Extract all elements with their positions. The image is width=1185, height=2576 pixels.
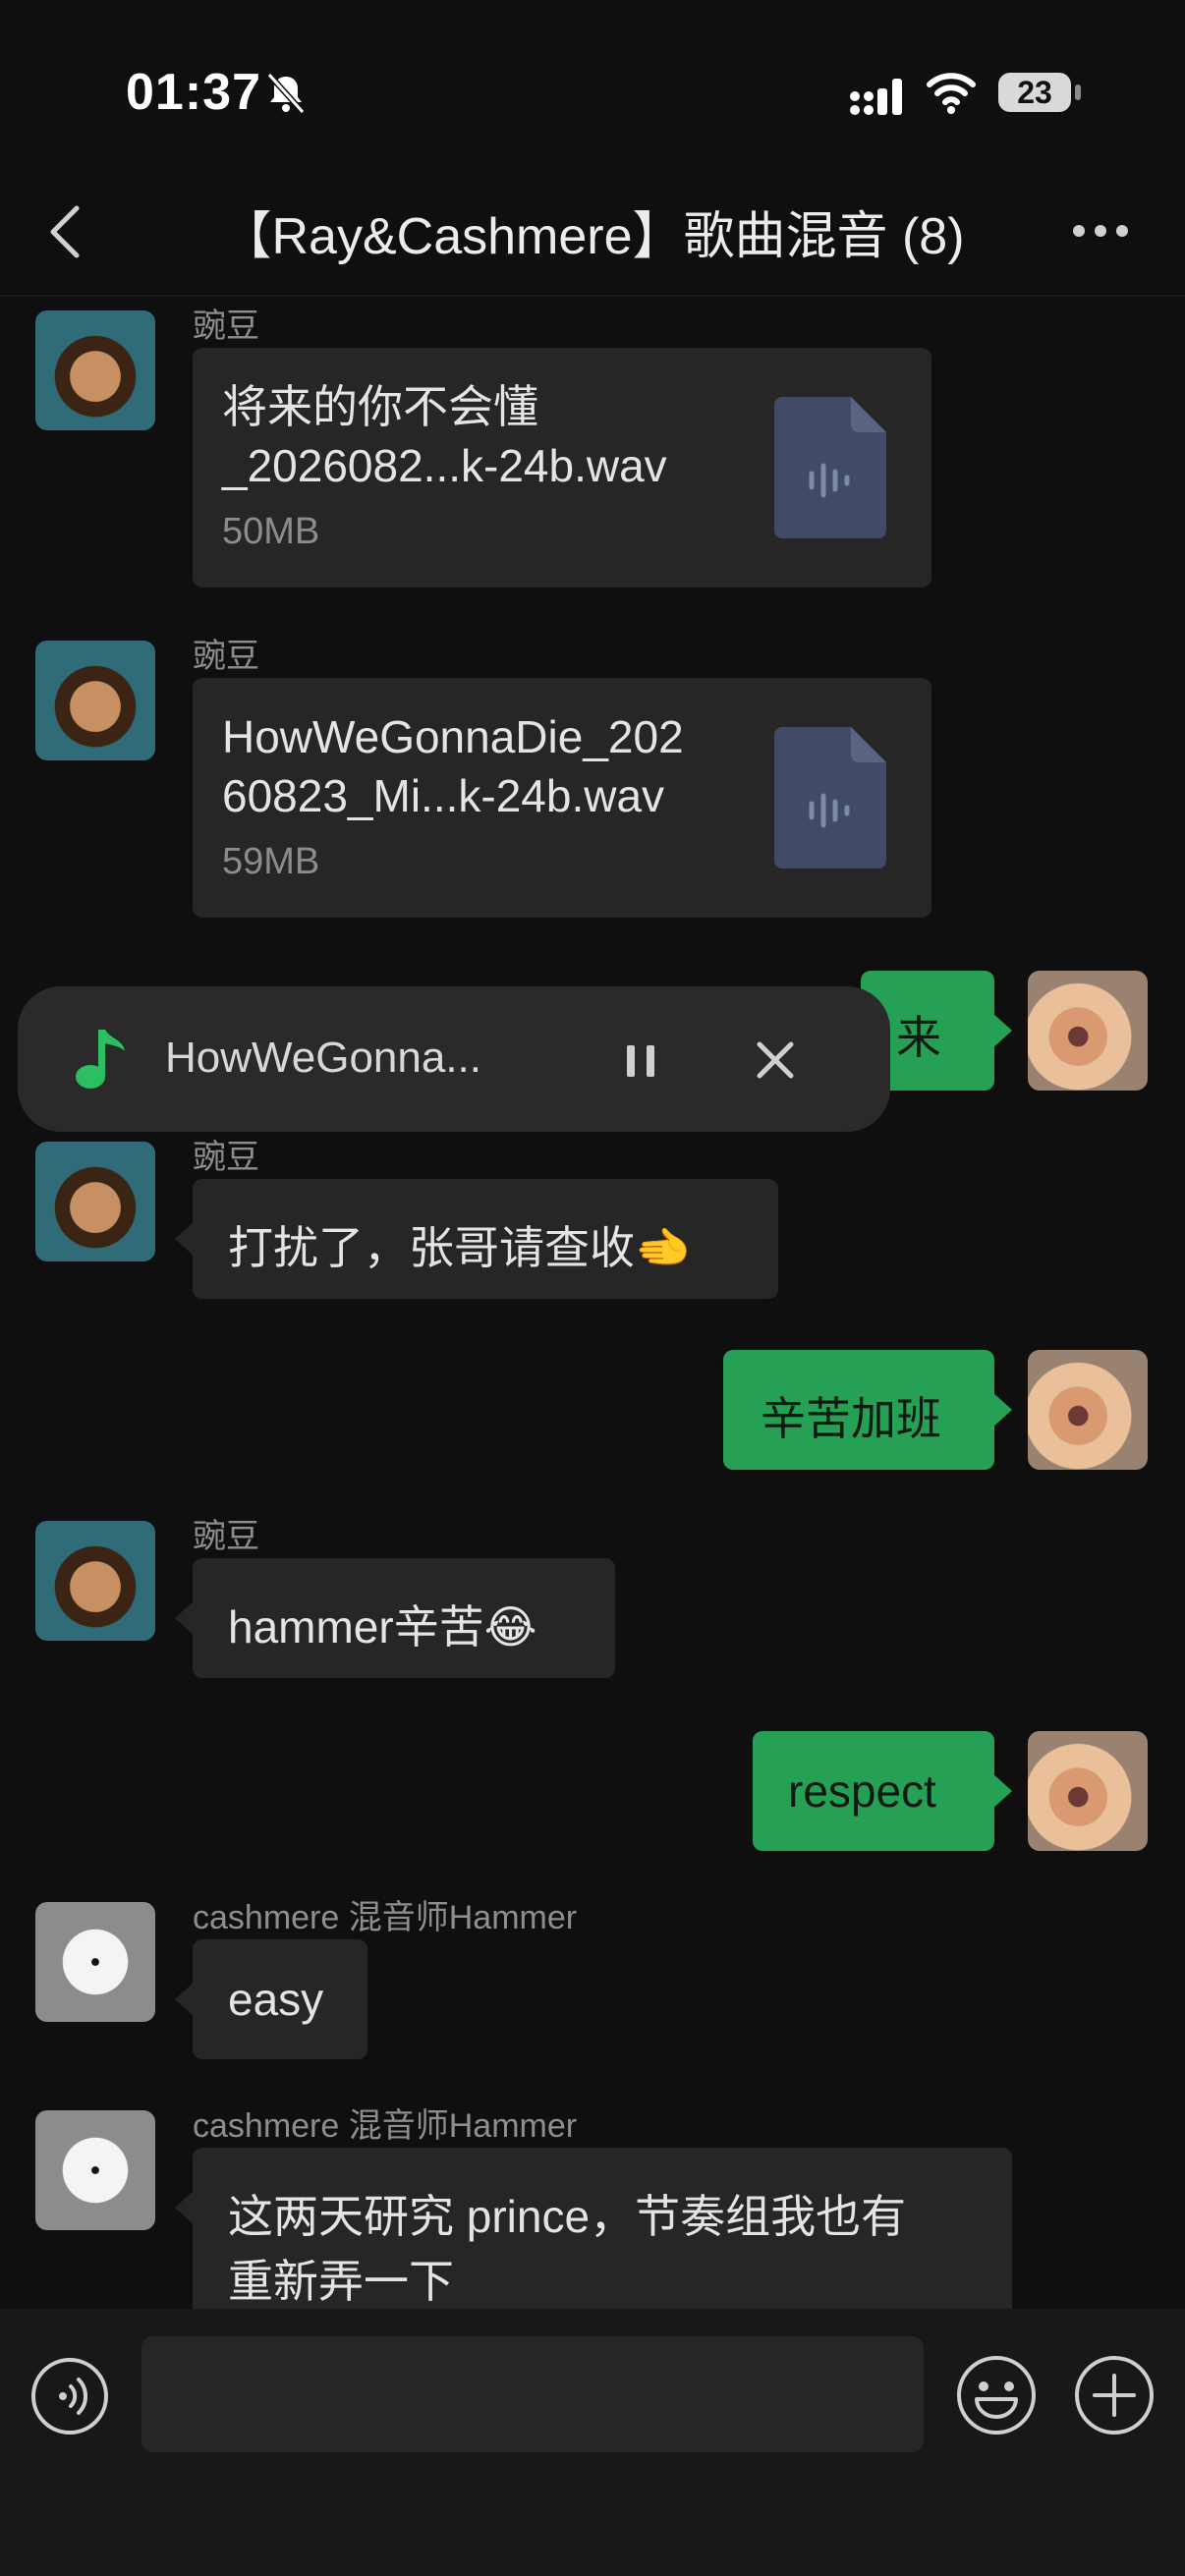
- message-text: hammer辛苦😂: [228, 1601, 537, 1652]
- muted-bell-icon: [266, 72, 306, 115]
- message-text: easy: [228, 1974, 324, 2025]
- audio-file-icon: [774, 727, 886, 868]
- bubble-tail: [992, 1013, 1012, 1048]
- avatar[interactable]: [35, 310, 155, 430]
- message-text-line1: 这两天研究 prince，节奏组我也有: [228, 2191, 907, 2242]
- message-text: 打扰了，张哥请查收🫲: [228, 1222, 692, 1273]
- close-icon[interactable]: [755, 1039, 796, 1081]
- battery-indicator: 23: [998, 73, 1081, 114]
- incoming-message[interactable]: 打扰了，张哥请查收🫲: [193, 1179, 778, 1299]
- bubble-tail: [175, 1600, 195, 1636]
- sender-name: 豌豆: [193, 638, 259, 675]
- bubble-tail: [175, 1221, 195, 1257]
- file-name-line2: 60823_Mi...k-24b.wav: [222, 770, 665, 821]
- message-text-line2: 重新弄一下: [228, 2256, 454, 2307]
- chevron-left-icon[interactable]: [45, 202, 85, 261]
- signal-icon: [850, 79, 902, 115]
- header-divider: [0, 295, 1185, 297]
- more-icon[interactable]: [1071, 222, 1130, 240]
- outgoing-message[interactable]: 辛苦加班: [723, 1350, 994, 1470]
- message-text: respect: [788, 1765, 936, 1817]
- avatar[interactable]: [1028, 1731, 1148, 1851]
- pause-icon[interactable]: [621, 1041, 660, 1081]
- incoming-message[interactable]: easy: [193, 1939, 367, 2059]
- avatar[interactable]: [1028, 971, 1148, 1091]
- avatar[interactable]: [35, 1521, 155, 1641]
- sender-name: 豌豆: [193, 1518, 259, 1555]
- chat-title: 【Ray&Cashmere】歌曲混音 (8): [220, 208, 965, 265]
- file-size: 50MB: [222, 511, 320, 552]
- music-note-icon: [76, 1030, 125, 1089]
- file-message[interactable]: HowWeGonnaDie_202 60823_Mi...k-24b.wav 5…: [193, 678, 931, 918]
- emoji-icon[interactable]: [955, 2354, 1038, 2436]
- voice-icon[interactable]: [29, 2356, 110, 2436]
- player-track-title: HowWeGonna...: [165, 1034, 482, 1082]
- avatar[interactable]: [35, 2110, 155, 2230]
- file-message[interactable]: 将来的你不会懂 _2026082...k-24b.wav 50MB: [193, 348, 931, 588]
- avatar[interactable]: [35, 1142, 155, 1261]
- file-name-line1: 将来的你不会懂: [222, 381, 538, 432]
- message-text: 辛苦加班: [761, 1393, 941, 1444]
- file-name-line1: HowWeGonnaDie_202: [222, 711, 684, 762]
- file-name-line2: _2026082...k-24b.wav: [222, 440, 667, 491]
- sender-name: cashmere 混音师Hammer: [193, 1899, 578, 1936]
- avatar[interactable]: [35, 641, 155, 760]
- audio-file-icon: [774, 397, 886, 538]
- incoming-message[interactable]: 这两天研究 prince，节奏组我也有 重新弄一下: [193, 2148, 1012, 2334]
- message-text: 来: [896, 1012, 941, 1063]
- avatar[interactable]: [35, 1902, 155, 2022]
- sender-name: 豌豆: [193, 308, 259, 345]
- message-input[interactable]: [141, 2336, 924, 2452]
- outgoing-message[interactable]: respect: [753, 1731, 994, 1851]
- incoming-message[interactable]: hammer辛苦😂: [193, 1558, 615, 1678]
- sender-name: cashmere 混音师Hammer: [193, 2107, 578, 2145]
- sender-name: 豌豆: [193, 1139, 259, 1176]
- file-size: 59MB: [222, 841, 320, 882]
- wifi-icon: [927, 73, 976, 114]
- add-icon[interactable]: [1073, 2354, 1156, 2436]
- bubble-tail: [992, 1392, 1012, 1428]
- battery-level: 23: [1017, 75, 1052, 110]
- avatar[interactable]: [1028, 1350, 1148, 1470]
- bubble-tail: [175, 1982, 195, 2017]
- bubble-tail: [175, 2190, 195, 2225]
- bubble-tail: [992, 1773, 1012, 1809]
- status-time: 01:37: [126, 64, 261, 121]
